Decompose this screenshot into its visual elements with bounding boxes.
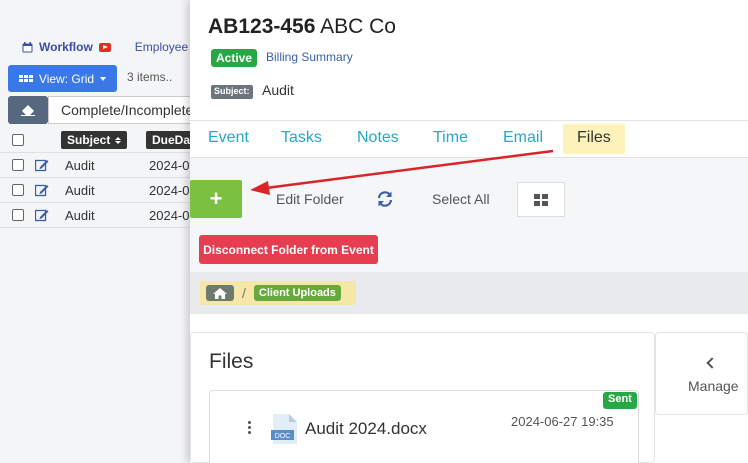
- chevron-left-icon: [706, 357, 718, 369]
- row-due: 2024-0: [149, 157, 190, 173]
- manage-label: Manage: [688, 378, 739, 394]
- select-all-checkbox[interactable]: [12, 134, 24, 146]
- nav-employee-label: Employee: [134, 40, 189, 54]
- manage-button[interactable]: Manage: [655, 332, 748, 415]
- tab-time[interactable]: Time: [433, 129, 468, 147]
- row-subject: Audit: [65, 182, 95, 198]
- page-title: AB123-456 ABC Co: [208, 15, 396, 39]
- eraser-icon: [21, 105, 35, 116]
- doc-file-icon: DOC: [271, 414, 297, 444]
- refresh-icon[interactable]: [376, 190, 394, 208]
- tiles-icon: [534, 193, 548, 206]
- row-due: 2024-0: [149, 182, 190, 198]
- header-subject[interactable]: Subject: [61, 131, 128, 149]
- select-all-button[interactable]: Select All: [432, 191, 490, 207]
- row-due: 2024-0: [149, 207, 190, 223]
- view-grid-label: View: Grid: [38, 71, 95, 86]
- table-row[interactable]: Audit 2024-0: [0, 153, 200, 178]
- row-checkbox[interactable]: [12, 209, 24, 221]
- clear-filter-button[interactable]: [8, 96, 48, 124]
- tab-bar: Event Tasks Notes Time Email Files: [190, 120, 748, 158]
- table-row[interactable]: Audit 2024-0: [0, 178, 200, 203]
- subject-value: Audit: [262, 82, 294, 98]
- files-heading: Files: [209, 350, 254, 373]
- add-file-button[interactable]: +: [190, 180, 242, 218]
- tab-event[interactable]: Event: [208, 129, 249, 147]
- client-code: AB123-456: [208, 15, 316, 38]
- file-name[interactable]: Audit 2024.docx: [305, 419, 427, 439]
- sent-badge: Sent: [603, 392, 637, 409]
- files-card: Files Sent DOC Audit 2024.docx 2024-06-2…: [190, 332, 655, 463]
- status-filter-select[interactable]: Complete/Incomplete: [48, 96, 198, 124]
- breadcrumb-separator: /: [242, 285, 246, 301]
- breadcrumb-bar: / Client Uploads: [190, 272, 748, 314]
- top-nav: Workflow Employee: [0, 36, 188, 58]
- view-grid-button[interactable]: View: Grid: [8, 65, 117, 92]
- row-checkbox[interactable]: [12, 159, 24, 171]
- disconnect-folder-button[interactable]: Disconnect Folder from Event: [199, 235, 378, 264]
- item-count: 3 items..: [127, 70, 173, 84]
- edit-icon[interactable]: [35, 208, 49, 222]
- breadcrumb: / Client Uploads: [200, 281, 356, 305]
- file-item[interactable]: Sent DOC Audit 2024.docx 2024-06-27 19:3…: [209, 390, 639, 463]
- calendar-icon: [22, 41, 33, 52]
- status-badge: Active: [211, 49, 258, 67]
- table-row[interactable]: Audit 2024-0: [0, 203, 200, 228]
- tab-email[interactable]: Email: [503, 129, 543, 147]
- row-checkbox[interactable]: [12, 184, 24, 196]
- tile-view-button[interactable]: [517, 182, 565, 217]
- kebab-icon[interactable]: [248, 421, 251, 434]
- billing-summary-link[interactable]: Billing Summary: [266, 50, 353, 64]
- edit-folder-button[interactable]: Edit Folder: [276, 191, 344, 207]
- edit-icon[interactable]: [35, 158, 49, 172]
- header-subject-label: Subject: [67, 133, 111, 147]
- files-toolbar: + Edit Folder Select All Disconnect Fold…: [190, 158, 748, 272]
- event-detail-panel: AB123-456 ABC Co Active Billing Summary …: [190, 0, 748, 463]
- nav-workflow[interactable]: Workflow: [22, 40, 111, 54]
- tab-notes[interactable]: Notes: [357, 129, 399, 147]
- client-name: ABC Co: [320, 15, 396, 38]
- grid-icon: [18, 75, 33, 82]
- subject-label: Subject:: [211, 85, 253, 99]
- table-header: Subject DueDate: [0, 128, 207, 153]
- tab-tasks[interactable]: Tasks: [281, 129, 322, 147]
- row-subject: Audit: [65, 157, 95, 173]
- nav-employee[interactable]: Employee: [135, 40, 188, 54]
- nav-workflow-label: Workflow: [39, 40, 93, 54]
- edit-icon[interactable]: [35, 183, 49, 197]
- tab-files[interactable]: Files: [563, 124, 625, 154]
- youtube-icon[interactable]: [98, 42, 111, 52]
- doc-icon-label: DOC: [275, 433, 291, 440]
- row-subject: Audit: [65, 207, 95, 223]
- breadcrumb-client-uploads[interactable]: Client Uploads: [253, 285, 341, 301]
- chevron-down-icon: [100, 76, 107, 81]
- sort-icon: [115, 136, 122, 144]
- home-icon[interactable]: [206, 285, 234, 301]
- file-date: 2024-06-27 19:35: [511, 414, 614, 429]
- tasks-table: Subject DueDate Audit 2024-0 Audit 2024-…: [0, 128, 207, 228]
